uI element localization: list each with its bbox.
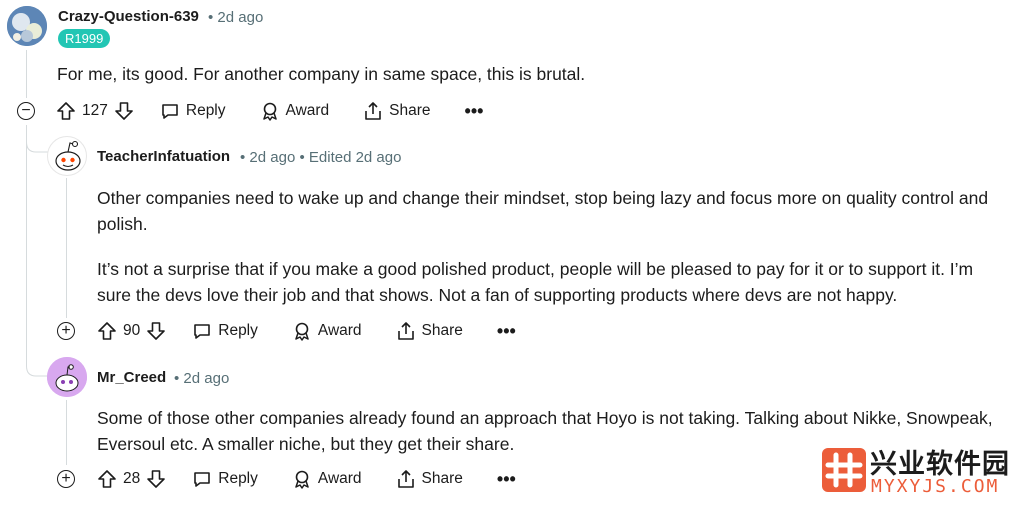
upvote-icon[interactable] — [97, 321, 117, 341]
comment-author[interactable]: Mr_Creed — [97, 369, 166, 386]
award-button[interactable]: Award — [260, 101, 330, 121]
snoo-avatar-icon — [55, 140, 81, 171]
downvote-icon[interactable] — [146, 469, 166, 489]
snoo-avatar-icon — [47, 357, 87, 397]
comment-meta: • 2d ago • Edited 2d ago — [240, 149, 402, 166]
more-options-button[interactable]: ••• — [497, 322, 516, 340]
comment-meta: • 2d ago — [208, 9, 264, 26]
comment-meta: • 2d ago — [174, 370, 230, 387]
award-button[interactable]: Award — [292, 469, 362, 489]
upvote-icon[interactable] — [97, 469, 117, 489]
watermark-url: MYXYJS.COM — [871, 476, 1000, 497]
share-button[interactable]: Share — [363, 101, 431, 121]
expand-icon: + — [61, 322, 71, 339]
vote-count: 28 — [123, 470, 141, 487]
share-label: Share — [421, 470, 463, 487]
reply-button[interactable]: Reply — [192, 469, 258, 489]
comment-actions: 90 Reply Award Share ••• — [97, 314, 516, 348]
comment-actions: 28 Reply Award Share ••• — [97, 462, 516, 496]
expand-thread-button[interactable]: + — [57, 470, 75, 488]
more-options-button[interactable]: ••• — [497, 470, 516, 488]
comment-icon — [162, 104, 178, 119]
reply-label: Reply — [218, 322, 258, 339]
comment-icon — [194, 324, 211, 339]
reply-label: Reply — [218, 470, 258, 487]
downvote-icon[interactable] — [146, 321, 166, 341]
thread-line-reply-1 — [66, 178, 67, 318]
avatar[interactable] — [7, 6, 47, 46]
user-flair: R1999 — [58, 29, 111, 48]
share-button[interactable]: Share — [396, 469, 463, 489]
share-icon — [397, 470, 414, 488]
vote-group: 127 — [56, 101, 134, 121]
watermark: 兴业软件园 MYXYJS.COM — [808, 432, 1024, 507]
expand-icon: + — [61, 470, 71, 487]
avatar[interactable] — [47, 357, 87, 397]
thread-line-branch — [26, 125, 27, 360]
award-label: Award — [317, 470, 362, 487]
thread-connector-2 — [26, 350, 48, 377]
comment-body: Other companies need to wake up and chan… — [97, 185, 1012, 308]
watermark-logo-icon — [822, 448, 866, 492]
reply-label: Reply — [185, 102, 226, 119]
vote-count: 127 — [82, 102, 108, 119]
thread-line-main — [26, 50, 27, 98]
collapse-thread-button[interactable]: − — [17, 102, 35, 120]
vote-group: 28 — [97, 469, 166, 489]
share-button[interactable]: Share — [396, 321, 463, 341]
comment-paragraph: Other companies need to wake up and chan… — [97, 188, 989, 234]
award-label: Award — [317, 322, 362, 339]
share-label: Share — [389, 102, 431, 119]
award-label: Award — [285, 102, 330, 119]
comment-paragraph: For me, its good. For another company in… — [57, 64, 586, 84]
more-options-button[interactable]: ••• — [465, 102, 484, 120]
comment-body: For me, its good. For another company in… — [57, 61, 997, 87]
avatar-image — [7, 6, 47, 46]
award-icon — [295, 470, 309, 489]
upvote-icon[interactable] — [56, 101, 76, 121]
avatar[interactable] — [47, 136, 87, 176]
reply-button[interactable]: Reply — [192, 321, 258, 341]
comment-actions: 127 Reply Award Share ••• — [56, 94, 483, 128]
share-label: Share — [421, 322, 463, 339]
vote-count: 90 — [123, 322, 141, 339]
share-icon — [397, 322, 414, 340]
thread-line-reply-2 — [66, 400, 67, 465]
vote-group: 90 — [97, 321, 166, 341]
thread-connector-1 — [26, 128, 48, 153]
award-icon — [295, 322, 309, 341]
comment-author[interactable]: Crazy-Question-639 — [58, 8, 199, 25]
expand-thread-button[interactable]: + — [57, 322, 75, 340]
share-icon — [365, 102, 381, 120]
downvote-icon[interactable] — [114, 101, 134, 121]
award-button[interactable]: Award — [292, 321, 362, 341]
comment-author[interactable]: TeacherInfatuation — [97, 148, 230, 165]
award-icon — [262, 102, 277, 121]
reply-button[interactable]: Reply — [160, 101, 226, 121]
comment-paragraph: It’s not a surprise that if you make a g… — [97, 259, 974, 305]
collapse-icon: − — [21, 102, 31, 119]
comment-icon — [194, 472, 211, 487]
